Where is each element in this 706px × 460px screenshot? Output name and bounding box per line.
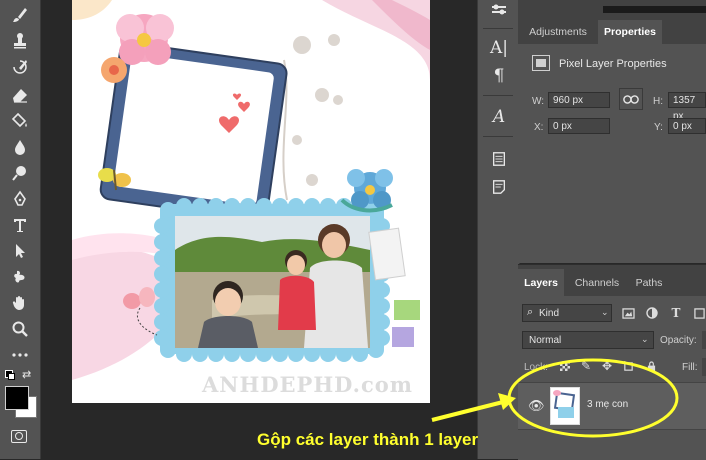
- annotation-ellipse: [507, 358, 679, 438]
- annotation-caption: Gộp các layer thành 1 layer: [257, 430, 479, 449]
- annotation-overlay: [431, 358, 679, 438]
- annotation-arrowhead: [498, 393, 516, 410]
- annotation-arrow: [431, 400, 504, 422]
